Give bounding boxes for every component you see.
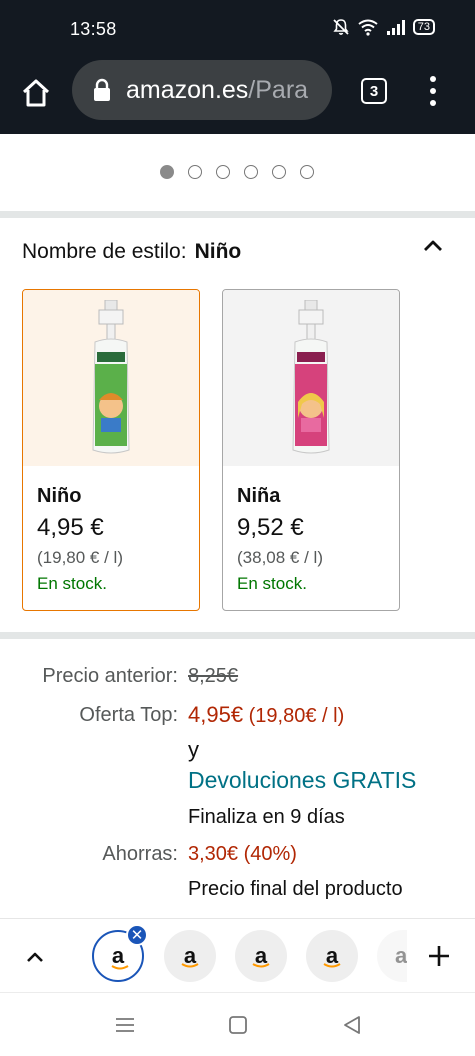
spray-bottle-image xyxy=(292,300,330,454)
home-icon[interactable] xyxy=(18,75,54,111)
tab-amazon[interactable]: a xyxy=(306,930,358,982)
url-path: /Para xyxy=(248,75,309,104)
deal-unit-price: (19,80€ / l) xyxy=(248,705,345,727)
option-unit-price: (38,08 € / l) xyxy=(237,548,323,567)
url-text: amazon.es/Para xyxy=(126,76,308,105)
back-icon[interactable] xyxy=(340,1013,364,1037)
menu-dot xyxy=(430,100,436,106)
mute-icon xyxy=(333,19,349,35)
menu-icon[interactable] xyxy=(427,76,439,106)
tab-amazon[interactable]: a xyxy=(235,930,287,982)
carousel-dot[interactable] xyxy=(244,165,258,179)
menu-dot xyxy=(430,88,436,94)
carousel-dot[interactable] xyxy=(216,165,230,179)
option-name: Niña xyxy=(237,485,281,507)
style-option-nina[interactable]: Niña 9,52 € (38,08 € / l) En stock. xyxy=(222,289,400,611)
amazon-tab-icon: a xyxy=(395,943,407,968)
previous-price-value: 8,25€ xyxy=(188,665,239,687)
tab-switcher-button[interactable]: 3 xyxy=(361,78,387,104)
final-price-note: Precio final del producto xyxy=(188,878,403,900)
chevron-up-icon[interactable] xyxy=(421,234,445,258)
status-icons: 73 xyxy=(332,18,435,36)
tab-amazon-partial[interactable]: a xyxy=(377,930,407,982)
section-divider xyxy=(0,632,475,639)
option-name: Niño xyxy=(37,485,82,507)
signal-icon xyxy=(386,20,405,35)
option-unit-price: (19,80 € / l) xyxy=(37,548,123,567)
option-stock: En stock. xyxy=(237,574,307,593)
free-returns-link[interactable]: Devoluciones GRATIS xyxy=(188,767,416,794)
section-divider xyxy=(0,211,475,218)
status-time: 13:58 xyxy=(70,19,117,39)
menu-dot xyxy=(430,76,436,82)
style-option-nino[interactable]: Niño 4,95 € (19,80 € / l) En stock. xyxy=(22,289,200,611)
amazon-smile-icon xyxy=(181,963,199,968)
image-carousel-indicator xyxy=(160,165,314,179)
home-nav-icon[interactable] xyxy=(226,1013,250,1037)
deal-price-line: 4,95€ (19,80€ / l) xyxy=(188,702,344,728)
product-image xyxy=(23,290,199,466)
carousel-dot[interactable] xyxy=(160,165,174,179)
savings-value: 3,30€ (40%) xyxy=(188,843,297,865)
lock-icon xyxy=(94,78,110,101)
status-bar: 13:58 73 xyxy=(0,0,475,60)
page-load-bar xyxy=(0,128,475,134)
deal-ends-text: Finaliza en 9 días xyxy=(188,806,345,828)
option-stock: En stock. xyxy=(37,574,107,593)
wifi-icon xyxy=(358,19,378,36)
recents-icon[interactable] xyxy=(113,1013,137,1037)
amazon-smile-icon xyxy=(323,963,341,968)
and-text: y xyxy=(188,737,199,762)
savings-label: Ahorras: xyxy=(102,843,178,865)
previous-price-label: Precio anterior: xyxy=(42,665,178,687)
chevron-up-icon[interactable] xyxy=(24,946,46,968)
system-nav-bar xyxy=(0,992,475,1056)
option-price: 9,52 € xyxy=(237,514,304,541)
add-tab-icon[interactable] xyxy=(426,943,452,969)
option-price: 4,95 € xyxy=(37,514,104,541)
tab-strip: a ✕ a a a a xyxy=(0,918,475,992)
url-bar[interactable]: amazon.es/Para xyxy=(72,60,332,120)
carousel-dot[interactable] xyxy=(188,165,202,179)
battery-icon: 73 xyxy=(412,19,435,35)
deal-label: Oferta Top: xyxy=(79,704,178,726)
style-selected-value: Niño xyxy=(194,240,242,263)
spray-bottle-image xyxy=(92,300,130,454)
close-tab-icon[interactable]: ✕ xyxy=(126,924,148,946)
style-name-heading: Nombre de estilo: Niño xyxy=(22,240,241,264)
carousel-dot[interactable] xyxy=(272,165,286,179)
tab-amazon[interactable]: a xyxy=(164,930,216,982)
browser-toolbar: amazon.es/Para 3 xyxy=(0,60,475,128)
carousel-dot[interactable] xyxy=(300,165,314,179)
deal-price: 4,95€ xyxy=(188,702,244,727)
style-label: Nombre de estilo: xyxy=(22,240,187,263)
product-image xyxy=(223,290,399,466)
url-domain: amazon.es xyxy=(126,75,249,104)
amazon-smile-icon xyxy=(252,963,270,968)
amazon-smile-icon xyxy=(111,965,129,970)
